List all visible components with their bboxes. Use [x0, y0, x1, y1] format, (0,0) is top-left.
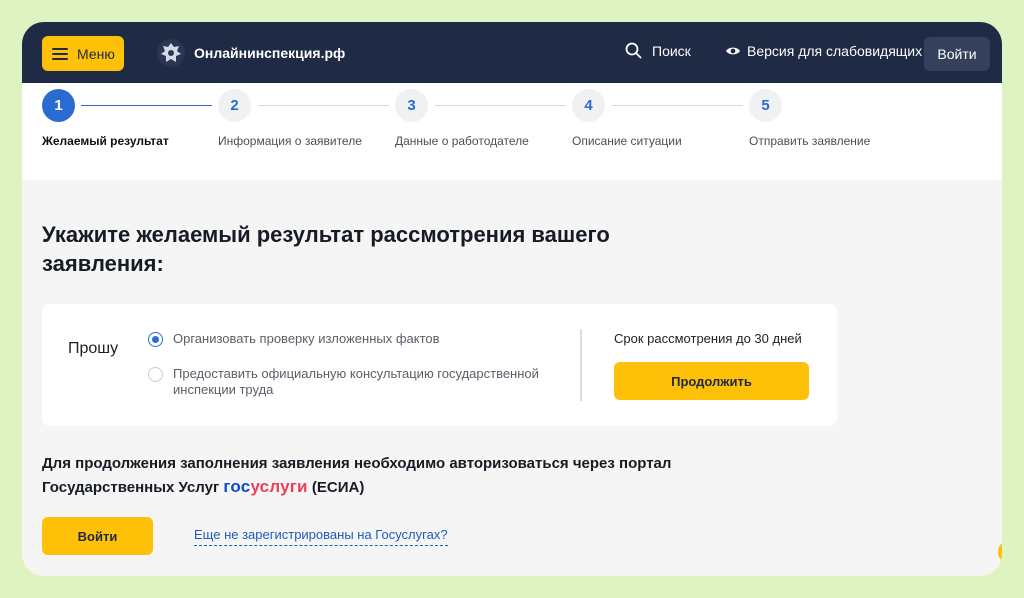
register-link[interactable]: Еще не зарегистрированы на Госуслугах?: [194, 527, 448, 546]
step-connector: [258, 105, 389, 106]
step-3-label: Данные о работодателе: [395, 134, 529, 148]
step-connector: [612, 105, 743, 106]
step-3-circle: 3: [395, 89, 428, 122]
top-header: Меню Онлайнинспекция.рф Поиск Версия для…: [22, 22, 1002, 83]
option-consultation[interactable]: Предоставить официальную консультацию го…: [148, 366, 548, 398]
step-connector: [435, 105, 566, 106]
step-4-label: Описание ситуации: [572, 134, 682, 148]
auth-notice: Для продолжения заполнения заявления нео…: [42, 452, 682, 499]
option-inspection[interactable]: Организовать проверку изложенных фактов: [148, 331, 440, 347]
progress-steps: 1 2 3 4 5 Желаемый результат Информация …: [22, 83, 1002, 180]
card-divider: [580, 329, 582, 401]
step-connector: [81, 105, 212, 106]
review-term: Срок рассмотрения до 30 дней: [614, 331, 802, 346]
emblem-icon: [157, 39, 185, 67]
outer-frame: Меню Онлайнинспекция.рф Поиск Версия для…: [0, 0, 1024, 598]
step-5-label: Отправить заявление: [749, 134, 871, 148]
header-login-button[interactable]: Войти: [924, 37, 990, 71]
step-4-circle: 4: [572, 89, 605, 122]
step-1-label: Желаемый результат: [42, 134, 169, 148]
floating-help-button[interactable]: [998, 540, 1002, 564]
step-5-circle: 5: [749, 89, 782, 122]
radio-checked[interactable]: [148, 332, 163, 347]
site-name: Онлайнинспекция.рф: [194, 45, 346, 61]
search-button[interactable]: Поиск: [625, 42, 691, 59]
step-1-circle: 1: [42, 89, 75, 122]
page-title: Укажите желаемый результат рассмотрения …: [42, 222, 610, 276]
browser-window: Меню Онлайнинспекция.рф Поиск Версия для…: [22, 22, 1002, 576]
eye-icon: [726, 47, 740, 55]
vision-label: Версия для слабовидящих: [747, 43, 923, 59]
gosuslugi-login-button[interactable]: Войти: [42, 517, 153, 555]
option-label: Предоставить официальную консультацию го…: [173, 366, 539, 397]
step-2-label: Информация о заявителе: [218, 134, 362, 148]
site-logo[interactable]: Онлайнинспекция.рф: [156, 38, 345, 68]
vision-mode-button[interactable]: Версия для слабовидящих: [725, 43, 922, 59]
request-prefix: Прошу: [68, 340, 119, 357]
step-2-circle: 2: [218, 89, 251, 122]
search-icon: [625, 42, 642, 59]
hamburger-icon: [52, 47, 68, 60]
search-label: Поиск: [652, 42, 691, 59]
menu-label: Меню: [77, 45, 115, 62]
radio-unchecked[interactable]: [148, 367, 163, 382]
result-choice-card: Прошу Организовать проверку изложенных ф…: [42, 304, 837, 426]
gosuslugi-logo: госуслуги: [223, 477, 308, 496]
continue-button[interactable]: Продолжить: [614, 362, 809, 400]
option-label: Организовать проверку изложенных фактов: [173, 331, 440, 346]
esia-label: (ЕСИА): [311, 479, 365, 496]
menu-button[interactable]: Меню: [42, 36, 124, 71]
